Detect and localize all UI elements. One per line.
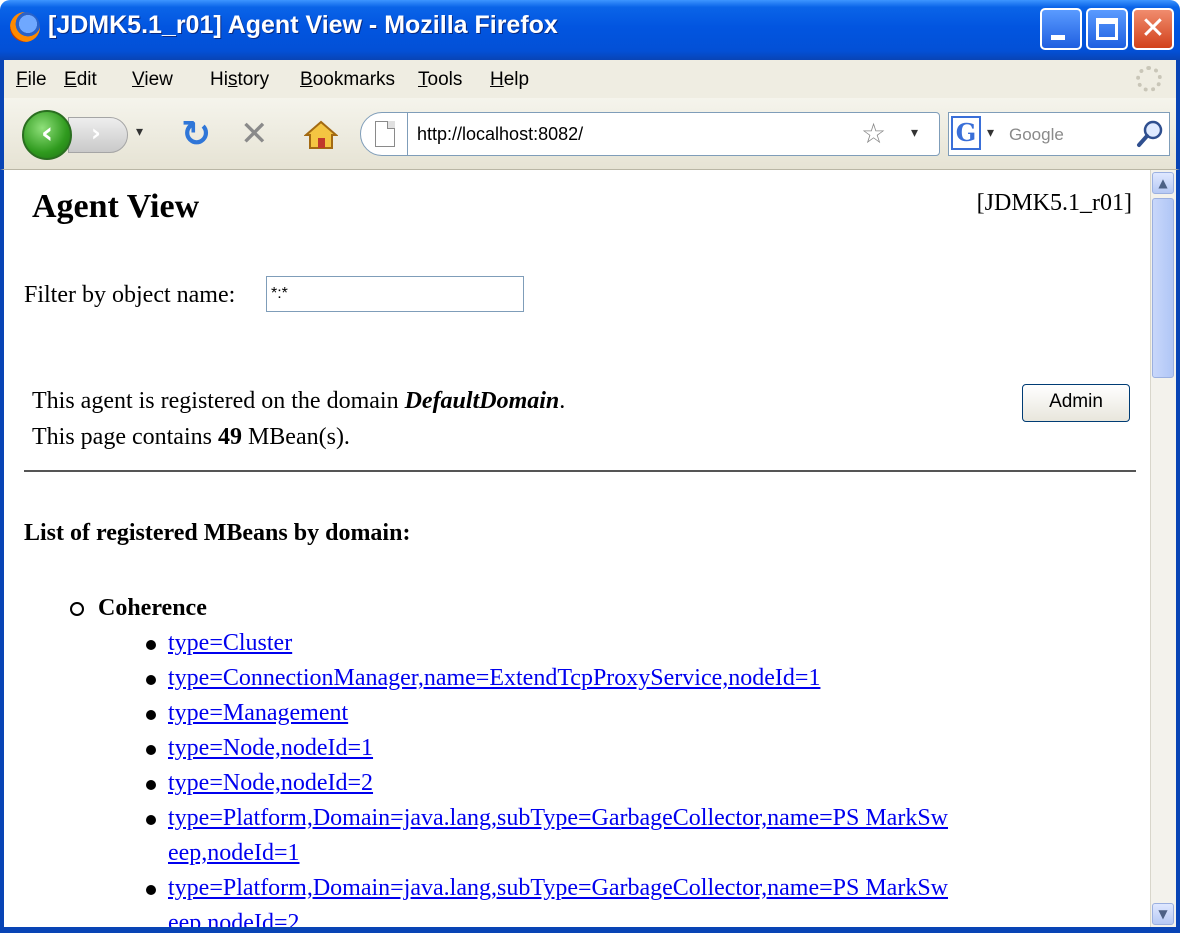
forward-button[interactable]: › (68, 117, 128, 153)
mbean-link[interactable]: type=Platform,Domain=java.lang,subType=G… (168, 805, 948, 866)
vertical-scrollbar[interactable]: ▲ ▼ (1150, 170, 1176, 927)
mbean-count-statement: This page contains 49 MBean(s). (32, 424, 350, 450)
stop-icon[interactable]: ✕ (240, 114, 269, 154)
scroll-up-icon[interactable]: ▲ (1152, 172, 1174, 194)
page-icon (375, 121, 395, 147)
menu-bookmarks[interactable]: Bookmarks (300, 69, 395, 91)
menu-edit[interactable]: Edit (64, 69, 97, 91)
version-tag: [JDMK5.1_r01] (976, 190, 1132, 216)
menu-help[interactable]: Help (490, 69, 529, 91)
mbean-list-item: type=Node,nodeId=1 (142, 731, 948, 766)
history-dropdown-icon[interactable]: ▾ (136, 124, 143, 140)
activity-throbber-icon (1136, 66, 1162, 92)
url-dropdown-icon[interactable]: ▾ (911, 125, 918, 141)
domain-name: DefaultDomain (404, 388, 560, 414)
mbean-link[interactable]: type=Cluster (168, 630, 292, 656)
mbean-list-item: type=Cluster (142, 626, 948, 661)
domain-statement: This agent is registered on the domain D… (32, 388, 566, 414)
forward-arrow-icon: › (91, 119, 101, 147)
search-engine-icon[interactable]: G (951, 116, 981, 150)
search-engine-dropdown-icon[interactable]: ▾ (987, 125, 994, 141)
navigation-toolbar: › ‹ ▾ ↻ ✕ http://localhost:8082/ ☆ ▾ G ▾… (0, 98, 1180, 170)
mbean-list-item: type=ConnectionManager,name=ExtendTcpPro… (142, 661, 948, 696)
close-button[interactable]: ✕ (1132, 8, 1174, 50)
mbean-link[interactable]: type=Node,nodeId=1 (168, 735, 373, 761)
bookmark-star-icon[interactable]: ☆ (861, 117, 886, 150)
maximize-button[interactable] (1086, 8, 1128, 50)
minimize-icon (1051, 35, 1065, 40)
reload-icon[interactable]: ↻ (181, 114, 211, 155)
page-title: Agent View (32, 188, 200, 225)
home-icon[interactable] (304, 120, 338, 150)
mbean-list-item: type=Platform,Domain=java.lang,subType=G… (142, 801, 948, 871)
filter-label: Filter by object name: (24, 282, 236, 308)
divider (24, 470, 1136, 472)
scroll-down-icon[interactable]: ▼ (1152, 903, 1174, 925)
back-button[interactable]: ‹ (22, 110, 72, 160)
mbean-list-item: type=Platform,Domain=java.lang,subType=G… (142, 871, 948, 927)
back-arrow-icon: ‹ (40, 116, 54, 151)
page-content: Agent View [JDMK5.1_r01] Filter by objec… (4, 170, 1150, 927)
mbean-link[interactable]: type=Platform,Domain=java.lang,subType=G… (168, 875, 948, 927)
domain-list: Coherence type=Cluster type=ConnectionMa… (68, 590, 948, 927)
filter-input[interactable] (266, 276, 524, 312)
mbean-list: type=Cluster type=ConnectionManager,name… (98, 626, 948, 927)
menu-file[interactable]: File (16, 69, 47, 91)
admin-button[interactable]: Admin (1022, 384, 1130, 422)
window-title: [JDMK5.1_r01] Agent View - Mozilla Firef… (48, 11, 558, 39)
menu-history[interactable]: History (210, 69, 269, 91)
maximize-icon (1096, 18, 1118, 40)
search-placeholder[interactable]: Google (1009, 125, 1064, 145)
mbean-list-item: type=Node,nodeId=2 (142, 766, 948, 801)
menu-view[interactable]: View (132, 69, 173, 91)
mbean-list-item: type=Management (142, 696, 948, 731)
menu-bar: File Edit View History Bookmarks Tools H… (0, 60, 1180, 98)
domain-item: Coherence type=Cluster type=ConnectionMa… (68, 590, 948, 927)
url-text[interactable]: http://localhost:8082/ (417, 124, 583, 145)
mbean-link[interactable]: type=Node,nodeId=2 (168, 770, 373, 796)
window-titlebar: [JDMK5.1_r01] Agent View - Mozilla Firef… (0, 0, 1180, 60)
address-bar[interactable]: http://localhost:8082/ ☆ ▾ (360, 112, 940, 156)
mbean-link[interactable]: type=Management (168, 700, 348, 726)
search-icon[interactable] (1135, 119, 1165, 149)
mbean-count: 49 (217, 424, 242, 450)
domain-item-name: Coherence (98, 595, 207, 621)
search-bar[interactable]: G ▾ Google (948, 112, 1170, 156)
minimize-button[interactable] (1040, 8, 1082, 50)
mbean-link[interactable]: type=ConnectionManager,name=ExtendTcpPro… (168, 665, 820, 691)
menu-tools[interactable]: Tools (418, 69, 462, 91)
scrollbar-thumb[interactable] (1152, 198, 1174, 378)
mbean-list-heading: List of registered MBeans by domain: (24, 520, 411, 546)
close-icon: ✕ (1140, 11, 1166, 46)
firefox-logo-icon (10, 12, 40, 42)
